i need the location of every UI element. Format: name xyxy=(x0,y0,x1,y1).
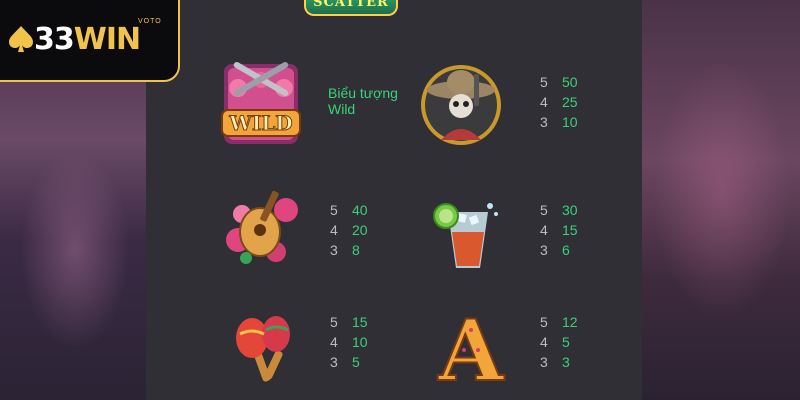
mariachi-paytable: 5 50 4 25 3 10 xyxy=(540,72,578,132)
pay-row: 45 xyxy=(540,332,578,352)
pay-count: 4 xyxy=(540,334,548,350)
pay-row: 4 10 xyxy=(330,332,368,352)
pay-row: 38 xyxy=(330,240,368,260)
pay-row: 5 50 xyxy=(540,72,578,92)
spade-icon xyxy=(9,26,33,52)
pay-value: 8 xyxy=(352,242,360,258)
pay-row: 4 20 xyxy=(330,220,368,240)
pay-value: 5 xyxy=(562,334,570,350)
pay-value: 3 xyxy=(562,354,570,370)
pay-count: 3 xyxy=(540,354,548,370)
pay-value: 15 xyxy=(352,314,368,330)
svg-text:A: A xyxy=(437,301,505,390)
pay-value: 40 xyxy=(352,202,368,218)
guitar-paytable: 5 40 4 20 38 xyxy=(330,200,368,260)
pay-count: 3 xyxy=(540,114,548,130)
svg-text:WILD: WILD xyxy=(228,111,292,135)
pay-count: 5 xyxy=(330,314,338,330)
pay-value: 30 xyxy=(562,202,578,218)
letter-a-icon: A xyxy=(426,300,516,400)
pay-count: 5 xyxy=(540,74,548,90)
cocktail-icon xyxy=(424,186,514,276)
pay-count: 3 xyxy=(540,242,548,258)
pay-value: 5 xyxy=(352,354,360,370)
maracas-icon xyxy=(218,300,308,390)
pay-row: 35 xyxy=(330,352,368,372)
paytable-panel: SCATTER WILD Biểu tượng Wild 5 50 4 25 3… xyxy=(146,0,642,400)
scatter-banner: SCATTER xyxy=(304,0,398,16)
brand-logo[interactable]: 33WIN VOTO xyxy=(0,0,180,82)
pay-count: 5 xyxy=(540,202,548,218)
pay-value: 25 xyxy=(562,94,578,110)
pay-row: 4 25 xyxy=(540,92,578,112)
pay-row: 33 xyxy=(540,352,578,372)
blurred-background-right xyxy=(642,0,800,400)
pay-value: 15 xyxy=(562,222,578,238)
pay-count: 3 xyxy=(330,242,338,258)
wild-symbol-icon: WILD xyxy=(216,58,306,148)
scatter-banner-title: SCATTER xyxy=(313,0,389,10)
logo-number: 33 xyxy=(34,22,75,57)
pay-value: 20 xyxy=(352,222,368,238)
pay-count: 4 xyxy=(330,222,338,238)
pay-row: 4 15 xyxy=(540,220,578,240)
pay-value: 12 xyxy=(562,314,578,330)
pay-row: 5 15 xyxy=(330,312,368,332)
pay-count: 5 xyxy=(330,202,338,218)
logo-sub: VOTO xyxy=(138,18,162,25)
pay-count: 4 xyxy=(540,222,548,238)
pay-row: 5 40 xyxy=(330,200,368,220)
pay-count: 4 xyxy=(330,334,338,350)
pay-row: 3 10 xyxy=(540,112,578,132)
pay-value: 6 xyxy=(562,242,570,258)
pay-count: 5 xyxy=(540,314,548,330)
pay-value: 10 xyxy=(562,114,578,130)
pay-row: 36 xyxy=(540,240,578,260)
wild-description: Biểu tượng Wild xyxy=(328,85,398,117)
pay-value: 50 xyxy=(562,74,578,90)
pay-row: 5 12 xyxy=(540,312,578,332)
mariachi-skeleton-icon xyxy=(416,60,506,150)
letter-a-paytable: 5 12 45 33 xyxy=(540,312,578,372)
guitar-icon xyxy=(216,180,306,270)
maracas-paytable: 5 15 4 10 35 xyxy=(330,312,368,372)
pay-value: 10 xyxy=(352,334,368,350)
logo-word: WIN xyxy=(73,22,141,57)
pay-count: 3 xyxy=(330,354,338,370)
cocktail-paytable: 5 30 4 15 36 xyxy=(540,200,578,260)
logo-text: 33WIN xyxy=(34,22,141,57)
pay-count: 4 xyxy=(540,94,548,110)
pay-row: 5 30 xyxy=(540,200,578,220)
